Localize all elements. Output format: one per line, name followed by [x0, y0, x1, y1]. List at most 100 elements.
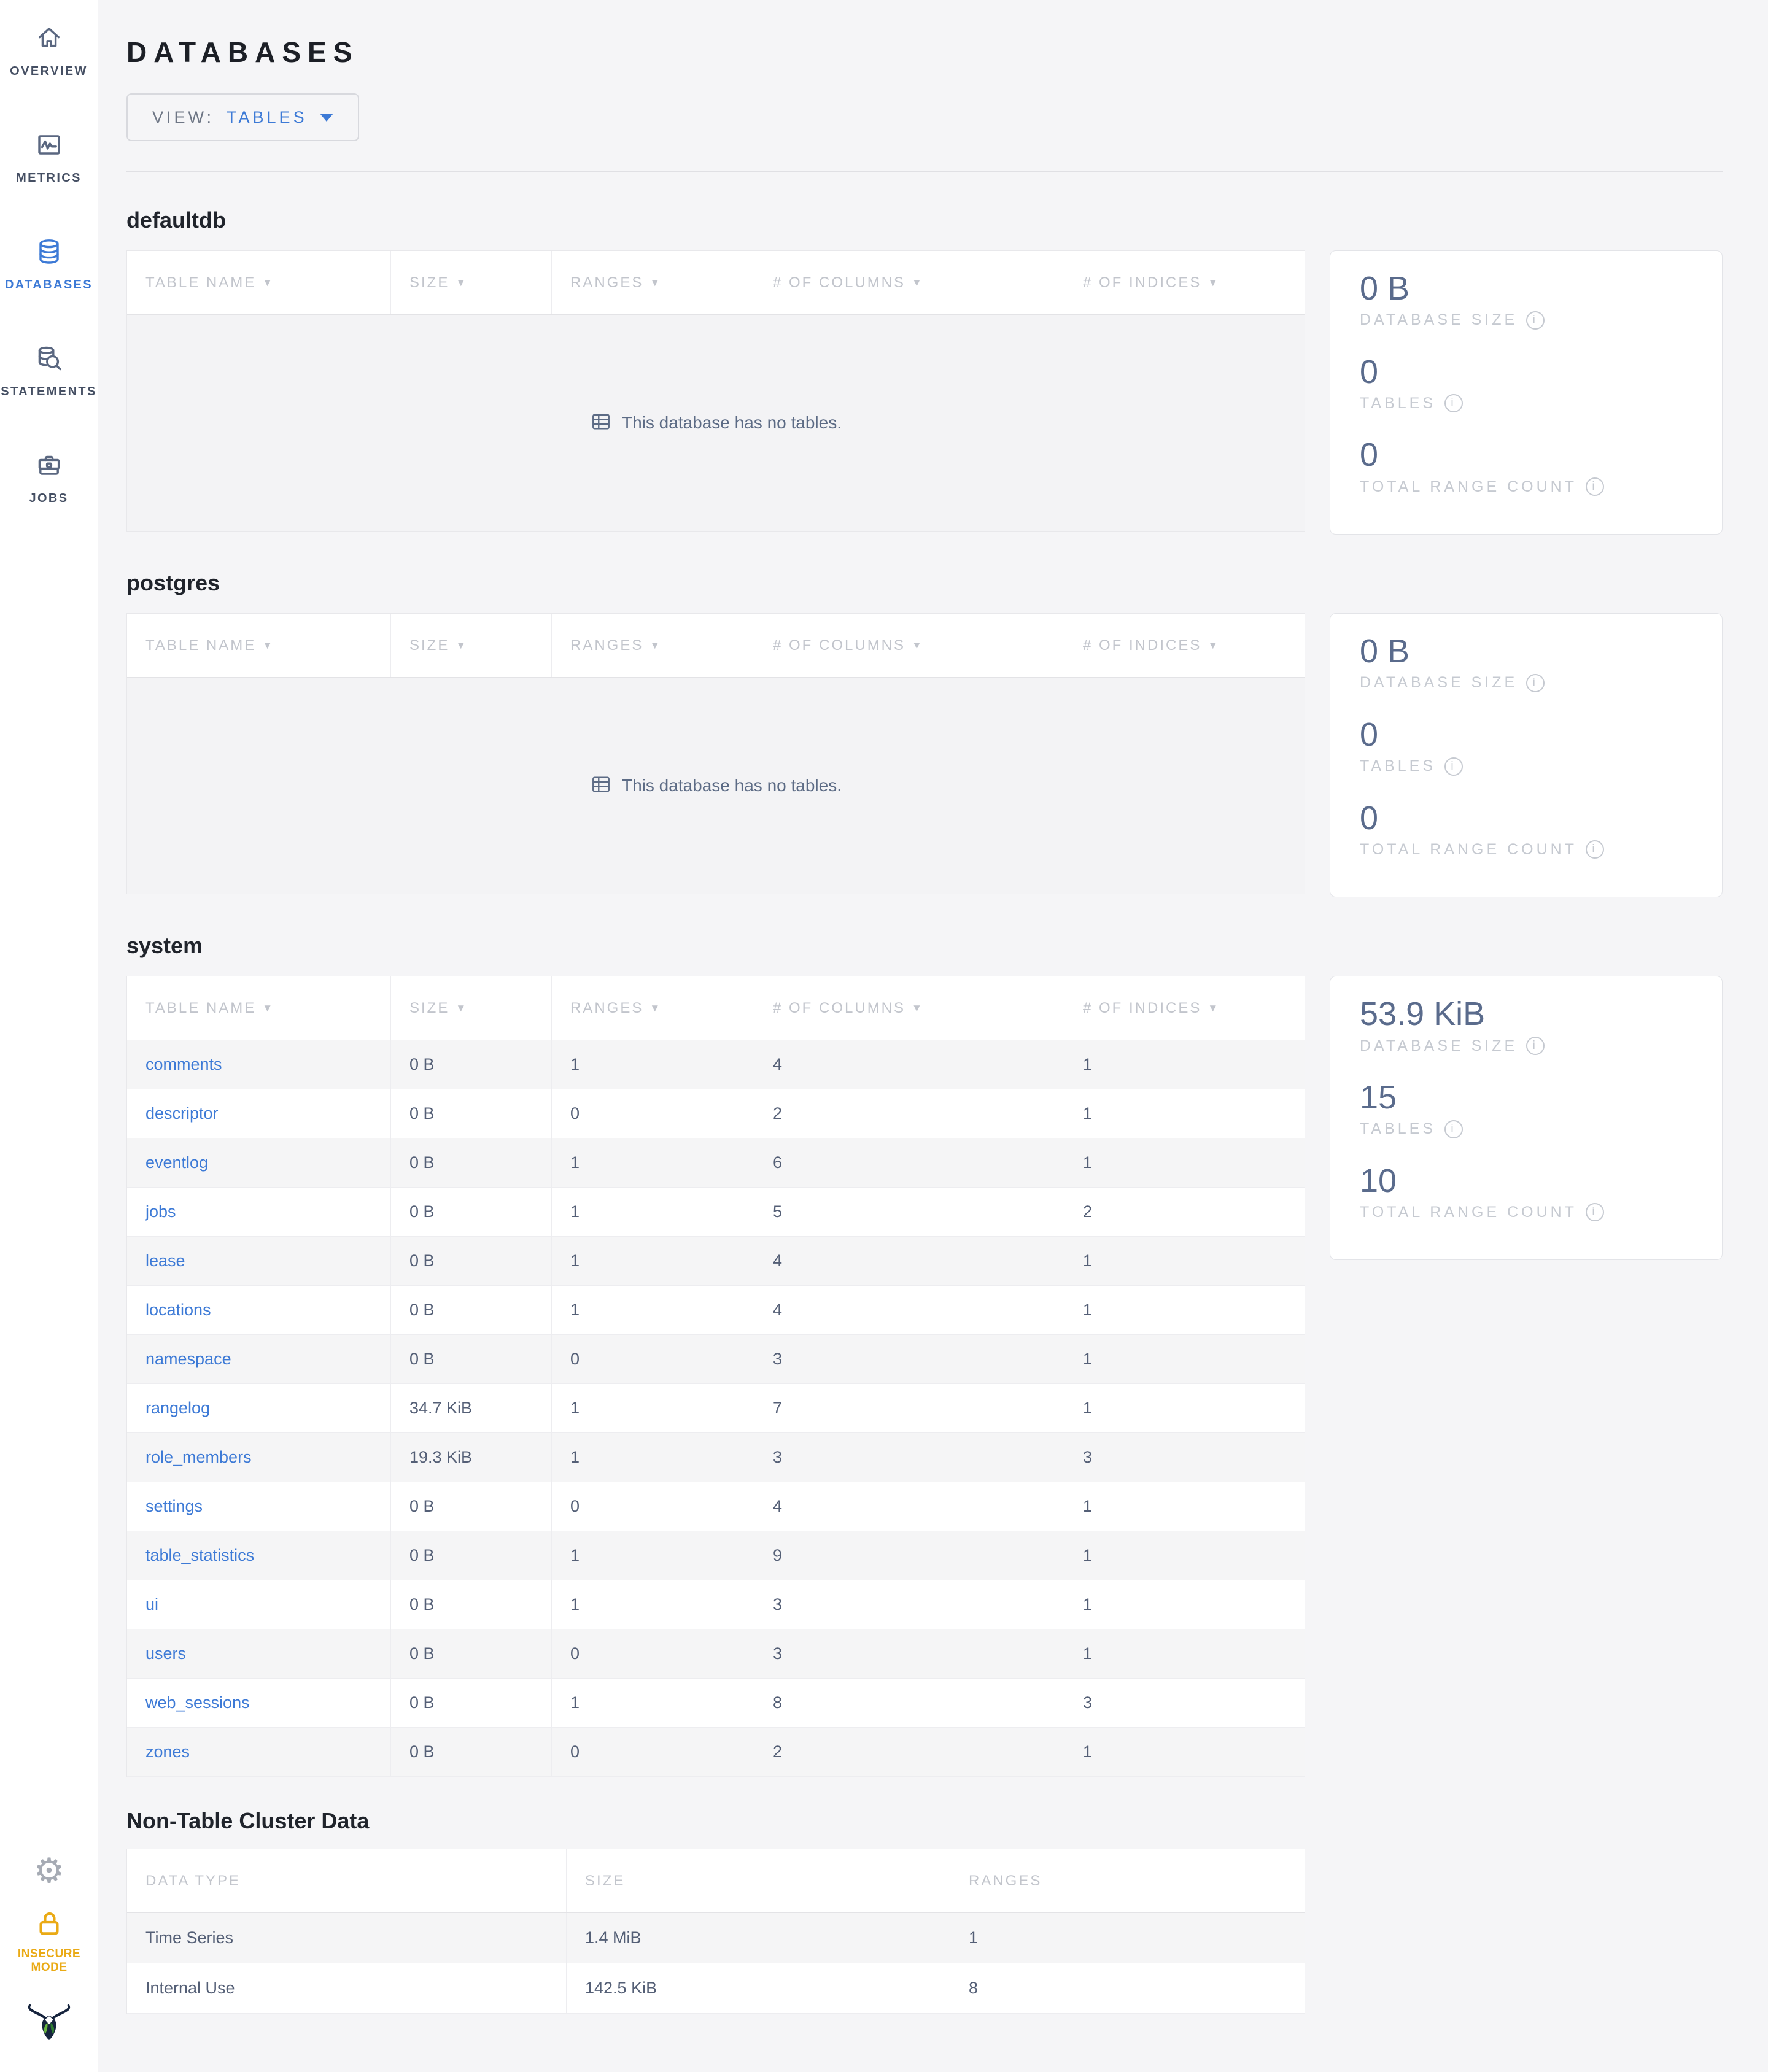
column-header-indices[interactable]: # OF INDICES ▼ — [1064, 251, 1305, 314]
table-row: ui 0 B 1 3 1 — [127, 1580, 1305, 1630]
table-link[interactable]: lease — [145, 1251, 185, 1270]
info-icon[interactable]: i — [1526, 311, 1545, 330]
sidebar-item-statements[interactable]: STATEMENTS — [0, 344, 98, 437]
column-header-table-name[interactable]: TABLE NAME ▼ — [127, 614, 391, 678]
table-link[interactable]: settings — [145, 1497, 203, 1516]
info-icon[interactable]: i — [1586, 1203, 1605, 1222]
cell-indices: 1 — [1083, 1104, 1093, 1123]
info-icon[interactable]: i — [1526, 1037, 1545, 1056]
cell-indices: 2 — [1083, 1202, 1093, 1221]
column-header-ranges[interactable]: RANGES ▼ — [552, 614, 754, 678]
cell-size: 0 B — [391, 1089, 552, 1138]
cell-indices: 1 — [1083, 1399, 1093, 1418]
column-header-ranges[interactable]: RANGES ▼ — [552, 251, 754, 314]
sort-arrow-icon: ▼ — [912, 276, 924, 288]
info-icon[interactable]: i — [1444, 394, 1464, 413]
sort-arrow-icon: ▼ — [912, 639, 924, 651]
cell-columns: 9 — [754, 1531, 1064, 1580]
view-dropdown[interactable]: VIEW: TABLES — [126, 93, 359, 141]
stat-value: 15 — [1360, 1079, 1397, 1116]
column-header-size[interactable]: SIZE ▼ — [391, 976, 552, 1040]
column-header-indices[interactable]: # OF INDICES ▼ — [1064, 614, 1305, 677]
cell-columns: 2 — [754, 1728, 1064, 1777]
stat-value: 53.9 KiB — [1360, 995, 1486, 1033]
table-link[interactable]: users — [145, 1644, 186, 1663]
cell-size: 34.7 KiB — [391, 1384, 552, 1433]
table-link[interactable]: locations — [145, 1301, 211, 1320]
cell-size: 19.3 KiB — [391, 1433, 552, 1482]
cell-table-name: role_members — [127, 1433, 391, 1482]
sidebar-item-jobs[interactable]: JOBS — [0, 450, 98, 544]
table-link[interactable]: eventlog — [145, 1153, 208, 1172]
stat-value: 10 — [1360, 1162, 1397, 1199]
chevron-down-icon — [319, 113, 333, 122]
cell-indices: 1 — [1083, 1595, 1093, 1614]
table-link[interactable]: jobs — [145, 1202, 176, 1221]
table-link[interactable]: comments — [145, 1055, 222, 1074]
sidebar-item-metrics[interactable]: METRICS — [0, 130, 98, 223]
view-dropdown-label: VIEW: — [152, 107, 215, 126]
cell-ranges: 0 — [552, 1089, 754, 1138]
page-title: DATABASES — [126, 36, 359, 68]
cell-ranges: 1 — [552, 1580, 754, 1629]
database-name-heading: postgres — [126, 570, 220, 596]
gear-icon[interactable]: ⚙ — [34, 1854, 64, 1888]
cell-columns: 6 — [754, 1138, 1064, 1188]
column-header-ranges[interactable]: RANGES ▼ — [552, 976, 754, 1040]
info-icon[interactable]: i — [1586, 477, 1605, 497]
table-header-row: TABLE NAME ▼ SIZE ▼ RANGES ▼ # OF COLUMNS ▼ … — [127, 251, 1305, 315]
cell-columns: 3 — [754, 1335, 1064, 1384]
cell-indices: 1 — [1083, 1301, 1093, 1320]
table-row: comments 0 B 1 4 1 — [127, 1040, 1305, 1090]
table-row: lease 0 B 1 4 1 — [127, 1237, 1305, 1286]
table-link[interactable]: zones — [145, 1742, 190, 1761]
table-link[interactable]: web_sessions — [145, 1693, 250, 1712]
stat-label: TABLES — [1360, 757, 1436, 775]
empty-state: This database has no tables. — [127, 678, 1305, 894]
info-icon[interactable]: i — [1586, 840, 1605, 859]
table-link[interactable]: descriptor — [145, 1104, 219, 1123]
column-header-size[interactable]: SIZE ▼ — [391, 251, 552, 314]
stat-value: 0 — [1360, 716, 1379, 753]
info-icon[interactable]: i — [1444, 1119, 1464, 1138]
sort-arrow-icon: ▼ — [649, 276, 662, 288]
sidebar-item-databases[interactable]: DATABASES — [0, 237, 98, 330]
column-header-table-name[interactable]: TABLE NAME ▼ — [127, 976, 391, 1040]
cell-ranges: 1 — [552, 1138, 754, 1188]
cell-size: 0 B — [391, 1482, 552, 1531]
stat-tables: 15 TABLES i — [1360, 1078, 1704, 1138]
sidebar-item-label: METRICS — [16, 171, 82, 185]
info-icon[interactable]: i — [1444, 757, 1464, 776]
insecure-mode-label: INSECURE MODE — [17, 1947, 81, 1974]
home-icon — [34, 23, 64, 56]
cell-ranges: 1 — [552, 1531, 754, 1580]
cell-size: 1.4 MiB — [567, 1913, 950, 1963]
insecure-mode-indicator[interactable]: INSECURE MODE — [0, 1909, 98, 1974]
stat-total-range-count: 0 TOTAL RANGE COUNT i — [1360, 799, 1704, 859]
column-header-indices[interactable]: # OF INDICES ▼ — [1064, 976, 1305, 1040]
sidebar-item-overview[interactable]: OVERVIEW — [0, 23, 98, 117]
table-header-row: TABLE NAME ▼ SIZE ▼ RANGES ▼ # OF COLUMNS ▼ … — [127, 614, 1305, 678]
table-link[interactable]: table_statistics — [145, 1546, 254, 1565]
sort-arrow-icon: ▼ — [262, 1002, 275, 1014]
stat-label: TOTAL RANGE COUNT — [1360, 477, 1578, 495]
table-link[interactable]: ui — [145, 1595, 158, 1614]
column-header-table-name[interactable]: TABLE NAME ▼ — [127, 251, 391, 314]
cell-columns: 2 — [754, 1089, 1064, 1138]
column-header-columns[interactable]: # OF COLUMNS ▼ — [754, 614, 1064, 678]
cell-columns: 3 — [754, 1629, 1064, 1679]
cell-columns: 3 — [754, 1433, 1064, 1482]
table-link[interactable]: rangelog — [145, 1399, 210, 1418]
info-icon[interactable]: i — [1526, 673, 1545, 692]
sort-arrow-icon: ▼ — [456, 276, 468, 288]
column-header-columns[interactable]: # OF COLUMNS ▼ — [754, 251, 1064, 314]
table-link[interactable]: namespace — [145, 1350, 231, 1369]
column-header-size[interactable]: SIZE ▼ — [391, 614, 552, 678]
cell-table-name: descriptor — [127, 1089, 391, 1138]
database-section-defaultdb: defaultdb TABLE NAME ▼ SIZE ▼ RANGES ▼ # OF… — [126, 207, 1723, 535]
table-link[interactable]: role_members — [145, 1448, 252, 1467]
column-header-columns[interactable]: # OF COLUMNS ▼ — [754, 976, 1064, 1040]
stat-total-range-count: 10 TOTAL RANGE COUNT i — [1360, 1162, 1704, 1222]
cell-columns: 8 — [754, 1679, 1064, 1728]
cell-indices: 1 — [1083, 1497, 1093, 1516]
